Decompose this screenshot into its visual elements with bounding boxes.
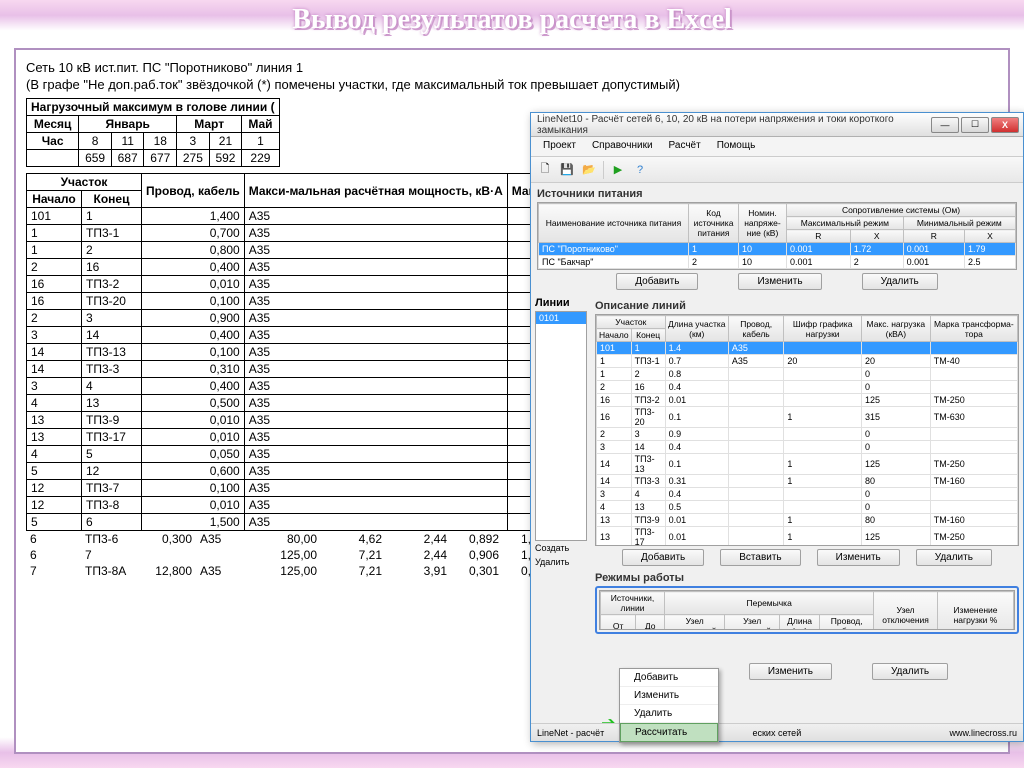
ctx-edit[interactable]: Изменить xyxy=(620,687,718,705)
ctx-del[interactable]: Удалить xyxy=(620,705,718,723)
close-button[interactable]: X xyxy=(991,117,1019,133)
menu-calc[interactable]: Расчёт xyxy=(661,137,709,156)
line-delete[interactable]: Удалить xyxy=(535,555,587,569)
context-menu[interactable]: Добавить Изменить Удалить Рассчитать xyxy=(619,668,719,743)
status-bar: LineNet - расчёт еских сетей www.linecro… xyxy=(531,723,1023,741)
new-icon[interactable]: 🗋 xyxy=(535,160,555,180)
load-max-table: Нагрузочный максимум в голове линии ( Ме… xyxy=(26,98,280,167)
modes-grid[interactable]: Источники, линии Перемычка Узел отключен… xyxy=(599,590,1015,630)
menu-ref[interactable]: Справочники xyxy=(584,137,661,156)
src-add-button[interactable]: Добавить xyxy=(616,273,698,290)
menu-bar[interactable]: Проект Справочники Расчёт Помощь xyxy=(531,137,1023,157)
menu-project[interactable]: Проект xyxy=(535,137,584,156)
ld-del[interactable]: Удалить xyxy=(916,549,992,566)
src-edit-button[interactable]: Изменить xyxy=(738,273,821,290)
banner-title: Вывод результатов расчета в Excel xyxy=(0,4,1024,36)
ctx-calc[interactable]: Рассчитать xyxy=(620,723,718,742)
lines-header: Линии xyxy=(535,297,587,309)
linenet-window: LineNet10 - Расчёт сетей 6, 10, 20 кВ на… xyxy=(530,112,1024,742)
line-item[interactable]: 0101 xyxy=(536,312,586,324)
line-create[interactable]: Создать xyxy=(535,541,587,555)
help-icon[interactable]: ? xyxy=(630,160,650,180)
line-desc-header: Описание линий xyxy=(595,300,1019,312)
titlebar: LineNet10 - Расчёт сетей 6, 10, 20 кВ на… xyxy=(531,113,1023,137)
mode-edit[interactable]: Изменить xyxy=(749,663,832,680)
sources-header: Источники питания xyxy=(537,188,1017,200)
ld-add[interactable]: Добавить xyxy=(622,549,704,566)
src-del-button[interactable]: Удалить xyxy=(862,273,938,290)
save-icon[interactable]: 💾 xyxy=(557,160,577,180)
lines-list[interactable]: 0101 xyxy=(535,311,587,541)
header-line-1: Сеть 10 кВ ист.пит. ПС "Поротниково" лин… xyxy=(26,60,998,75)
header-line-2: (В графе "Не доп.раб.ток" звёздочкой (*)… xyxy=(26,77,998,92)
ctx-add[interactable]: Добавить xyxy=(620,669,718,687)
minimize-button[interactable]: — xyxy=(931,117,959,133)
run-icon[interactable]: ▶ xyxy=(608,160,628,180)
modes-header: Режимы работы xyxy=(595,572,1019,584)
toolbar: 🗋 💾 📂 ▶ ? xyxy=(531,157,1023,183)
window-title: LineNet10 - Расчёт сетей 6, 10, 20 кВ на… xyxy=(535,114,929,136)
menu-help[interactable]: Помощь xyxy=(709,137,764,156)
ld-edit[interactable]: Изменить xyxy=(817,549,900,566)
mode-del[interactable]: Удалить xyxy=(872,663,948,680)
line-desc-grid[interactable]: Участок Длина участка (км) Провод, кабел… xyxy=(595,314,1019,546)
sources-grid[interactable]: Наименование источника питания Код источ… xyxy=(537,202,1017,270)
maximize-button[interactable]: ☐ xyxy=(961,117,989,133)
ld-insert[interactable]: Вставить xyxy=(720,549,800,566)
open-icon[interactable]: 📂 xyxy=(579,160,599,180)
